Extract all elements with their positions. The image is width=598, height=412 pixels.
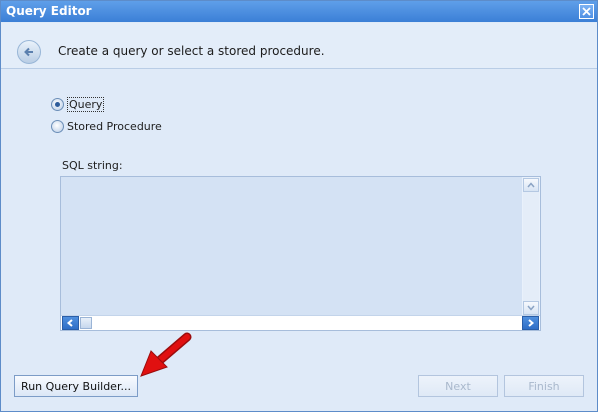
stored-procedure-radio-option[interactable]: Stored Procedure — [51, 118, 162, 134]
finish-button[interactable]: Finish — [504, 375, 584, 397]
back-button[interactable] — [17, 40, 41, 64]
title-bar: Query Editor — [1, 1, 597, 22]
sql-string-label: SQL string: — [62, 159, 123, 172]
stored-procedure-radio[interactable] — [51, 119, 64, 133]
annotation-arrow-icon — [140, 332, 192, 377]
scroll-down-icon — [527, 305, 535, 311]
scroll-up-icon — [527, 182, 535, 188]
horizontal-scrollbar[interactable] — [61, 315, 540, 330]
scroll-right-icon — [528, 319, 535, 327]
vertical-scrollbar[interactable] — [522, 177, 540, 316]
stored-procedure-radio-label[interactable]: Stored Procedure — [67, 120, 162, 133]
close-button[interactable] — [579, 4, 594, 19]
query-radio-option[interactable]: Query — [51, 96, 105, 112]
scroll-left-button[interactable] — [62, 316, 79, 330]
scroll-up-button[interactable] — [523, 178, 539, 192]
scroll-down-button[interactable] — [523, 301, 539, 315]
query-radio[interactable] — [51, 97, 64, 111]
run-query-builder-button[interactable]: Run Query Builder... — [14, 375, 138, 397]
horizontal-scroll-thumb[interactable] — [80, 317, 92, 329]
next-button[interactable]: Next — [418, 375, 498, 397]
wizard-header: Create a query or select a stored proced… — [1, 23, 597, 69]
scroll-left-icon — [66, 319, 73, 327]
scroll-right-button[interactable] — [522, 316, 539, 330]
close-icon — [582, 7, 591, 16]
query-radio-label[interactable]: Query — [67, 96, 105, 112]
query-editor-window: Query Editor Create a query or select a … — [0, 0, 598, 412]
back-arrow-icon — [24, 47, 33, 57]
sql-string-box — [60, 176, 541, 331]
vertical-scroll-track[interactable] — [523, 192, 539, 301]
window-title: Query Editor — [6, 4, 92, 18]
sql-string-input[interactable] — [61, 177, 522, 316]
instruction-text: Create a query or select a stored proced… — [58, 44, 325, 58]
